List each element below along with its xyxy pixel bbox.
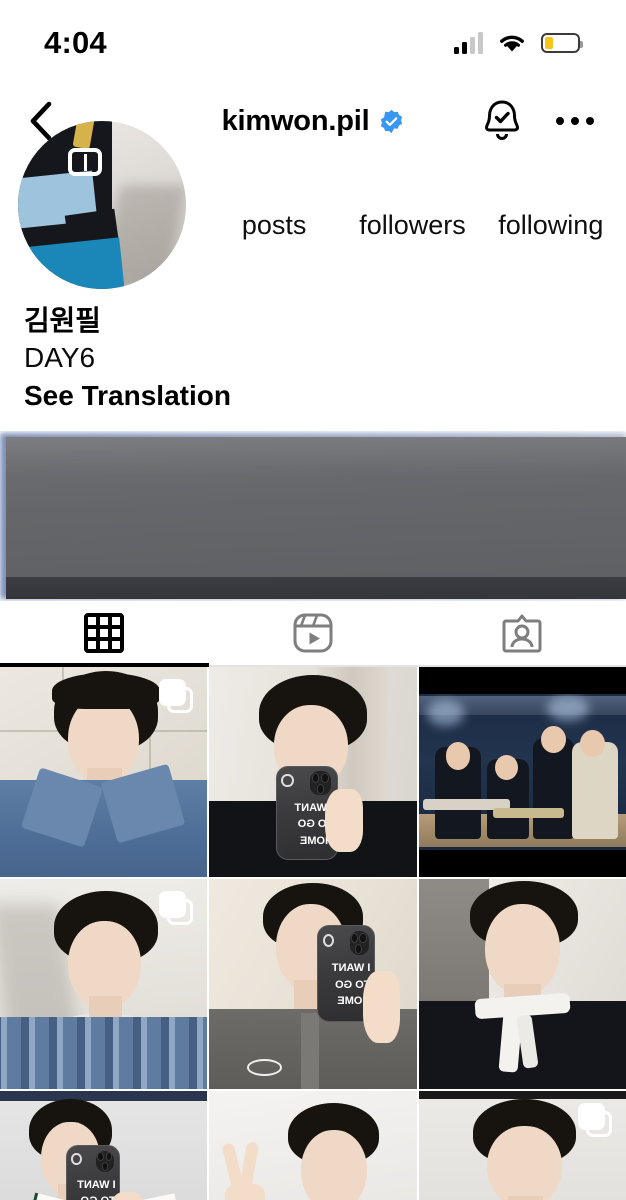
carousel-icon [159, 679, 193, 713]
profile-tabs [0, 601, 626, 667]
followers-label: followers [343, 209, 481, 241]
grid-post[interactable] [419, 667, 626, 877]
grid-post[interactable]: I WANT TO GO HOME [0, 1091, 207, 1200]
following-label: following [482, 209, 620, 241]
status-time: 4:04 [44, 25, 107, 61]
grid-post[interactable] [0, 879, 207, 1089]
grid-post[interactable] [0, 667, 207, 877]
stat-posts[interactable]: posts [205, 157, 343, 241]
cellular-signal-icon [454, 32, 483, 54]
grid-post[interactable] [209, 1091, 416, 1200]
tab-grid[interactable] [0, 601, 209, 665]
status-indicators [454, 32, 580, 54]
carousel-icon [578, 1103, 612, 1137]
tab-tagged[interactable] [417, 601, 626, 665]
reels-icon [292, 612, 334, 654]
posts-label: posts [205, 209, 343, 241]
photo-grid: I WANT TO GO HOME I WANT TO GO HOME I WA… [0, 667, 626, 1200]
more-options-icon [556, 117, 564, 125]
bio-text: DAY6 [24, 340, 608, 377]
grid-post[interactable] [419, 1091, 626, 1200]
grid-icon [84, 613, 124, 653]
phone-case-text: I WANT TO GO HOME [70, 1177, 116, 1200]
banner-sheen [6, 437, 626, 477]
stat-followers[interactable]: followers [343, 157, 481, 241]
grid-post[interactable]: I WANT TO GO HOME [209, 667, 416, 877]
nav-actions [480, 96, 596, 147]
battery-low-icon [541, 33, 580, 53]
status-bar: 4:04 [0, 0, 626, 85]
post-thumbnail [419, 879, 626, 1089]
tab-reels[interactable] [209, 601, 418, 665]
wifi-icon [497, 32, 527, 54]
see-translation-link[interactable]: See Translation [24, 378, 608, 415]
profile-banner-block[interactable] [0, 431, 626, 601]
more-options-button[interactable] [554, 111, 596, 131]
avatar-image [18, 121, 186, 289]
profile-username: kimwon.pil [222, 105, 370, 138]
post-thumbnail: I WANT TO GO HOME [209, 667, 416, 877]
verified-badge-icon [379, 109, 404, 134]
post-thumbnail [209, 1091, 416, 1200]
avatar[interactable] [18, 121, 186, 289]
post-thumbnail [419, 667, 626, 877]
post-thumbnail: I WANT TO GO HOME [0, 1091, 207, 1200]
carousel-icon [159, 891, 193, 925]
more-options-icon [586, 117, 594, 125]
stat-following[interactable]: following [482, 157, 620, 241]
grid-post[interactable] [419, 879, 626, 1089]
display-name: 김원필 [24, 303, 608, 340]
banner-front-edge [6, 577, 626, 599]
notifications-button[interactable] [480, 96, 524, 147]
bell-check-icon [480, 96, 524, 142]
more-options-icon [571, 117, 579, 125]
post-thumbnail: I WANT TO GO HOME [209, 879, 416, 1089]
grid-post[interactable]: I WANT TO GO HOME [209, 879, 416, 1089]
tagged-icon [501, 612, 543, 654]
